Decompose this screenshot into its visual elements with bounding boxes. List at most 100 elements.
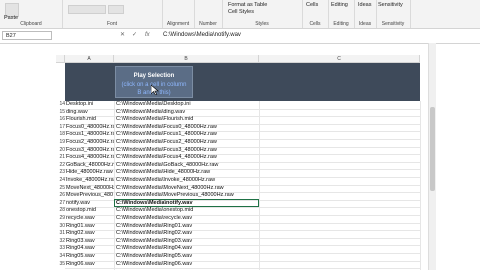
- select-all-corner[interactable]: [56, 55, 65, 63]
- row-header[interactable]: 22: [56, 162, 65, 168]
- font-group: Font: [62, 0, 163, 28]
- sensitivity-group[interactable]: Sensitivity Sensitivity: [376, 0, 411, 28]
- row-header[interactable]: 26: [56, 192, 65, 198]
- row-header[interactable]: 34: [56, 253, 65, 259]
- cell-b[interactable]: C:\Windows\Media\Ring05.wav: [116, 253, 256, 259]
- format-as-table-button[interactable]: Format as Table: [228, 2, 267, 8]
- row-header[interactable]: 32: [56, 238, 65, 244]
- cell-a[interactable]: Ring04.wav: [66, 245, 114, 251]
- cell-a[interactable]: Hide_48000Hz.raw: [66, 169, 114, 175]
- column-header-a[interactable]: A: [65, 55, 114, 63]
- cell-b[interactable]: C:\Windows\Media\Focus2_48000Hz.raw: [116, 139, 256, 145]
- cell-a[interactable]: Invoke_48000Hz.ra: [66, 177, 114, 183]
- number-group-label: Number: [199, 21, 217, 27]
- row-header[interactable]: 28: [56, 207, 65, 213]
- row-header[interactable]: 31: [56, 230, 65, 236]
- cell-a[interactable]: Focus1_48000Hz.ra: [66, 131, 114, 137]
- cell-styles-button[interactable]: Cell Styles: [228, 9, 254, 15]
- cell-b[interactable]: C:\Windows\Media\Flourish.mid: [116, 116, 256, 122]
- font-size-box[interactable]: [108, 5, 124, 14]
- row-header[interactable]: 21: [56, 154, 65, 160]
- row-header[interactable]: 24: [56, 177, 65, 183]
- column-header-c[interactable]: C: [259, 55, 420, 63]
- alignment-group[interactable]: Alignment: [162, 0, 195, 28]
- formula-bar: B27 ✕ ✓ fx C:\Windows\Media\notify.wav: [0, 29, 480, 44]
- cell-b[interactable]: C:\Windows\Media\GoBack_48000Hz.raw: [116, 162, 256, 168]
- font-name-box[interactable]: [68, 5, 106, 14]
- formula-input[interactable]: C:\Windows\Media\notify.wav: [163, 31, 422, 40]
- cell-a[interactable]: onestop.mid: [66, 207, 114, 213]
- row-header[interactable]: 27: [56, 200, 65, 206]
- cell-b[interactable]: C:\Windows\Media\Ring06.wav: [116, 261, 256, 267]
- ideas-button[interactable]: Ideas: [358, 2, 371, 8]
- cell-a[interactable]: Focus2_48000Hz.ra: [66, 139, 114, 145]
- row-header[interactable]: 18: [56, 131, 65, 137]
- row-header[interactable]: 33: [56, 245, 65, 251]
- cell-b[interactable]: C:\Windows\Media\Focus1_48000Hz.raw: [116, 131, 256, 137]
- cell-b[interactable]: C:\Windows\Media\MoveNext_48000Hz.raw: [116, 185, 256, 191]
- cell-b[interactable]: C:\Windows\Media\Ring02.wav: [116, 230, 256, 236]
- gridline-col-d: [420, 101, 421, 270]
- ideas-group-label: Ideas: [358, 21, 372, 27]
- cells-button[interactable]: Cells: [306, 2, 318, 8]
- cell-a[interactable]: Flourish.mid: [66, 116, 114, 122]
- cell-b[interactable]: C:\Windows\Media\Hide_48000Hz.raw: [116, 169, 256, 175]
- font-group-label: Font: [106, 21, 117, 27]
- sensitivity-button[interactable]: Sensitivity: [378, 2, 403, 8]
- cells-group[interactable]: Cells Cells: [302, 0, 329, 28]
- row-header[interactable]: 35: [56, 261, 65, 267]
- active-cell-b27[interactable]: [114, 199, 259, 207]
- cell-b[interactable]: C:\Windows\Media\MovePrevious_48000Hz.ra…: [116, 192, 256, 198]
- row-header[interactable]: 17: [56, 124, 65, 130]
- row-header[interactable]: 25: [56, 185, 65, 191]
- scrollbar-thumb[interactable]: [430, 107, 435, 191]
- row-header[interactable]: 30: [56, 223, 65, 229]
- cell-b[interactable]: C:\Windows\Media\Ring04.wav: [116, 245, 256, 251]
- cancel-icon[interactable]: ✕: [120, 31, 132, 40]
- row-header[interactable]: 16: [56, 116, 65, 122]
- cell-b[interactable]: C:\Windows\Media\ding.wav: [116, 109, 256, 115]
- column-header-b[interactable]: B: [114, 55, 259, 63]
- ideas-group[interactable]: Ideas Ideas: [354, 0, 377, 28]
- styles-group: Format as Table Cell Styles Styles: [222, 0, 303, 28]
- cell-a[interactable]: Desktop.ini: [66, 101, 114, 107]
- clipboard-group-label: Clipboard: [20, 21, 42, 27]
- cell-a[interactable]: Focus4_48000Hz.ra: [66, 154, 114, 160]
- cell-a[interactable]: notify.wav: [66, 200, 114, 206]
- cell-b[interactable]: C:\Windows\Media\recycle.wav: [116, 215, 256, 221]
- cell-a[interactable]: Ring06.wav: [66, 261, 114, 267]
- cell-b[interactable]: C:\Windows\Media\Focus4_48000Hz.raw: [116, 154, 256, 160]
- cell-a[interactable]: recycle.wav: [66, 215, 114, 221]
- cell-a[interactable]: ding.wav: [66, 109, 114, 115]
- cell-b[interactable]: C:\Windows\Media\Ring01.wav: [116, 223, 256, 229]
- number-group[interactable]: Number: [194, 0, 223, 28]
- cell-a[interactable]: Focus3_48000Hz.ra: [66, 147, 114, 153]
- fx-icon[interactable]: fx: [145, 31, 157, 40]
- row-header[interactable]: 14: [56, 101, 65, 107]
- cell-b[interactable]: C:\Windows\Media\onestop.mid: [116, 207, 256, 213]
- cell-a[interactable]: MovePrevious_480: [66, 192, 114, 198]
- row-header[interactable]: 23: [56, 169, 65, 175]
- cell-a[interactable]: Ring05.wav: [66, 253, 114, 259]
- cell-b[interactable]: C:\Windows\Media\Ring03.wav: [116, 238, 256, 244]
- cell-a[interactable]: Ring01.wav: [66, 223, 114, 229]
- name-box[interactable]: B27: [2, 31, 52, 40]
- cell-a[interactable]: Ring02.wav: [66, 230, 114, 236]
- row-header[interactable]: 19: [56, 139, 65, 145]
- cell-b[interactable]: C:\Windows\Media\Invoke_48000Hz.raw: [116, 177, 256, 183]
- cell-b[interactable]: C:\Windows\Media\Desktop.ini: [116, 101, 256, 107]
- cell-a[interactable]: Ring03.wav: [66, 238, 114, 244]
- cell-b[interactable]: C:\Windows\Media\Focus0_48000Hz.raw: [116, 124, 256, 130]
- cell-a[interactable]: MoveNext_48000Hz: [66, 185, 114, 191]
- editing-button[interactable]: Editing: [331, 2, 348, 8]
- editing-group[interactable]: Editing Editing: [328, 0, 355, 28]
- vertical-scrollbar[interactable]: [428, 43, 436, 270]
- ribbon: Paste Clipboard Font Alignment Number Fo…: [0, 0, 480, 29]
- enter-icon[interactable]: ✓: [132, 31, 144, 40]
- row-header[interactable]: 15: [56, 109, 65, 115]
- cell-a[interactable]: GoBack_48000Hz.ra: [66, 162, 114, 168]
- row-header[interactable]: 20: [56, 147, 65, 153]
- row-header[interactable]: 29: [56, 215, 65, 221]
- cell-b[interactable]: C:\Windows\Media\Focus3_48000Hz.raw: [116, 147, 256, 153]
- cell-a[interactable]: Focus0_48000Hz.ra: [66, 124, 114, 130]
